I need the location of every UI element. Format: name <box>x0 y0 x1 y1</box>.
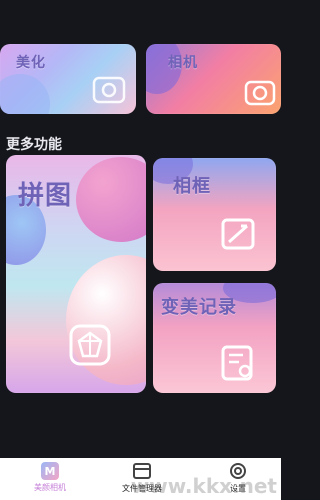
camera-card[interactable]: 相机 <box>146 44 281 114</box>
frame-card[interactable]: 相框 <box>153 158 276 271</box>
camera-icon <box>244 80 276 106</box>
record-card[interactable]: 变美记录 <box>153 283 276 393</box>
decor-bubble <box>0 74 50 114</box>
beautify-icon <box>92 76 126 104</box>
frame-label: 相框 <box>173 176 211 197</box>
beautify-card[interactable]: 美化 <box>0 44 136 114</box>
bottom-nav: M 美颜相机 文件管理器 设置 www.kkx.net <box>0 458 281 500</box>
nav-label: 美颜相机 <box>34 483 66 492</box>
frame-icon <box>221 218 255 250</box>
decor-bubble <box>76 157 146 242</box>
camera-label: 相机 <box>168 55 198 71</box>
nav-item-beauty-camera[interactable]: M 美颜相机 <box>28 458 72 500</box>
record-label: 变美记录 <box>161 297 237 318</box>
collage-label: 拼图 <box>18 181 73 211</box>
section-title: 更多功能 <box>6 137 62 153</box>
record-icon <box>221 345 253 381</box>
m-logo-icon: M <box>41 462 59 480</box>
collage-icon <box>69 324 111 366</box>
watermark: www.kkx.net <box>130 474 277 498</box>
collage-card[interactable]: 拼图 <box>6 155 146 393</box>
beautify-label: 美化 <box>16 55 46 71</box>
